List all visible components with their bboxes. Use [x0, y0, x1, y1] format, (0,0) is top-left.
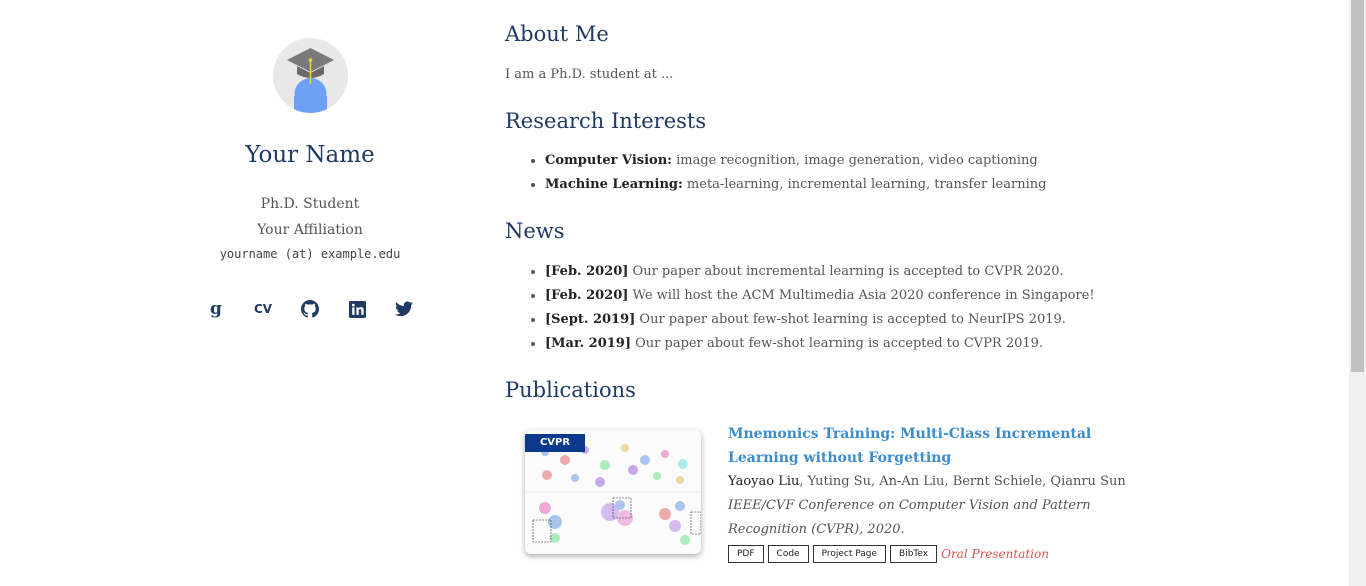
vertical-scrollbar[interactable]: [1349, 0, 1366, 586]
list-item: Machine Learning: meta-learning, increme…: [545, 173, 1046, 197]
cv-icon[interactable]: CV: [252, 298, 274, 320]
profile-name: Your Name: [245, 142, 375, 168]
list-item: Computer Vision: image recognition, imag…: [545, 149, 1046, 173]
scrollbar-thumb[interactable]: [1351, 0, 1364, 372]
research-heading: Research Interests: [505, 109, 707, 133]
social-links: g CV: [205, 298, 415, 320]
news-text: Our paper about incremental learning is …: [628, 264, 1064, 279]
linkedin-icon[interactable]: [346, 298, 368, 320]
graduate-avatar-icon: [287, 48, 334, 113]
github-icon[interactable]: [299, 298, 321, 320]
news-list: [Feb. 2020] Our paper about incremental …: [545, 260, 1095, 356]
news-text: Our paper about few-shot learning is acc…: [635, 312, 1066, 327]
publication-thumbnail[interactable]: CVPR: [525, 430, 701, 554]
list-item: [Mar. 2019] Our paper about few-shot lea…: [545, 332, 1095, 356]
publications-heading: Publications: [505, 378, 636, 402]
list-item: [Feb. 2020] Our paper about incremental …: [545, 260, 1095, 284]
news-date: [Feb. 2020]: [545, 264, 629, 279]
profile-email: yourname (at) example.edu: [219, 247, 401, 261]
news-date: [Feb. 2020]: [545, 288, 629, 303]
news-text: We will host the ACM Multimedia Asia 202…: [628, 288, 1095, 303]
research-label: Machine Learning:: [545, 177, 683, 192]
news-date: [Mar. 2019]: [545, 336, 632, 351]
publication-authors: Yaoyao Liu, Yuting Su, An-An Liu, Bernt …: [728, 470, 1168, 494]
research-label: Computer Vision:: [545, 153, 672, 168]
publication-links: PDF Code Project Page BibTex Oral Presen…: [728, 545, 1049, 563]
venue-badge: CVPR: [525, 434, 585, 452]
profile-role: Ph.D. Student: [260, 196, 360, 212]
project-page-button[interactable]: Project Page: [812, 545, 887, 563]
other-authors: , Yuting Su, An-An Liu, Bernt Schiele, Q…: [799, 474, 1126, 489]
list-item: [Sept. 2019] Our paper about few-shot le…: [545, 308, 1095, 332]
svg-text:g: g: [210, 299, 222, 319]
list-item: [Feb. 2020] We will host the ACM Multime…: [545, 284, 1095, 308]
bibtex-button[interactable]: BibTex: [890, 545, 938, 563]
google-scholar-icon[interactable]: g: [205, 298, 227, 320]
news-text: Our paper about few-shot learning is acc…: [631, 336, 1044, 351]
first-author: Yaoyao Liu: [728, 474, 800, 489]
research-text: image recognition, image generation, vid…: [671, 153, 1038, 168]
publication-title-link[interactable]: Mnemonics Training: Multi-Class Incremen…: [728, 422, 1148, 470]
about-text: I am a Ph.D. student at ...: [505, 67, 674, 82]
avatar: [273, 38, 348, 113]
award-label: Oral Presentation: [941, 547, 1049, 561]
twitter-icon[interactable]: [393, 298, 415, 320]
news-heading: News: [505, 219, 565, 243]
research-text: meta-learning, incremental learning, tra…: [682, 177, 1047, 192]
publication-venue: IEEE/CVF Conference on Computer Vision a…: [728, 498, 1091, 537]
profile-affiliation: Your Affiliation: [257, 222, 363, 238]
news-date: [Sept. 2019]: [545, 312, 636, 327]
code-button[interactable]: Code: [767, 545, 809, 563]
research-list: Computer Vision: image recognition, imag…: [545, 149, 1046, 197]
about-heading: About Me: [505, 22, 609, 46]
pdf-button[interactable]: PDF: [728, 545, 764, 563]
